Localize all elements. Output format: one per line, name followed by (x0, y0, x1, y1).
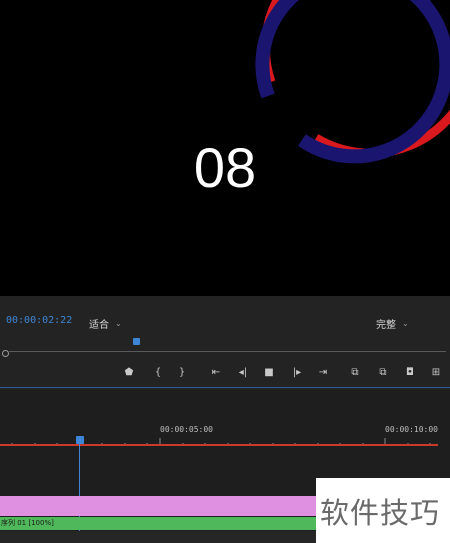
program-controls-bar: 00:00:02:22 适合 ⌄ 完整 ⌄ ⬟ { } ⇤ ◂| ■ |▸ ⇥ … (0, 296, 450, 390)
chevron-down-icon: ⌄ (402, 318, 409, 328)
countdown-navy-ring (255, 0, 450, 164)
overwrite-icon[interactable]: ⧉ (376, 366, 390, 380)
monitor-time-ruler[interactable] (9, 351, 446, 352)
video-clip[interactable] (0, 496, 316, 516)
zoom-scroll-handle[interactable] (2, 350, 9, 357)
ruler-label-10s: 00:00:10:00 (385, 425, 438, 434)
go-to-out-icon[interactable]: ⇥ (316, 366, 330, 380)
watermark: 软件技巧 (316, 478, 450, 543)
mark-out-icon[interactable]: } (175, 366, 189, 380)
export-frame-icon[interactable]: ◘ (403, 366, 417, 380)
mark-in-icon[interactable]: { (151, 366, 165, 380)
render-status-bar (0, 444, 438, 446)
stop-icon[interactable]: ■ (262, 366, 276, 380)
watermark-text: 软件技巧 (320, 496, 441, 530)
step-forward-icon[interactable]: |▸ (290, 366, 304, 380)
button-editor-icon[interactable]: ⊞ (429, 366, 443, 380)
program-monitor-preview: 08 (0, 0, 450, 296)
countdown-number: 08 (194, 136, 256, 199)
playback-resolution-value: 完整 (376, 319, 396, 331)
timeline-playhead[interactable] (76, 436, 84, 444)
ruler-label-5s: 00:00:05:00 (160, 425, 213, 434)
zoom-level-value: 适合 (89, 319, 109, 331)
nested-sequence-clip[interactable]: 序列 01 [100%] (0, 517, 316, 530)
clip-label: 序列 01 [100%] (1, 519, 54, 527)
zoom-level-select[interactable]: 适合 ⌄ (89, 316, 122, 331)
transport-controls: ⬟ { } ⇤ ◂| ■ |▸ ⇥ ⧉ ⧉ ◘ ⊞ (0, 366, 450, 382)
go-to-in-icon[interactable]: ⇤ (209, 366, 223, 380)
playhead-timecode[interactable]: 00:00:02:22 (6, 315, 72, 326)
chevron-down-icon: ⌄ (115, 318, 122, 328)
playback-resolution-select[interactable]: 完整 ⌄ (376, 316, 409, 331)
insert-icon[interactable]: ⧉ (348, 366, 362, 380)
countdown-graphic: 08 (194, 0, 450, 199)
panel-divider (0, 387, 450, 388)
step-back-icon[interactable]: ◂| (236, 366, 250, 380)
monitor-playhead[interactable] (133, 338, 140, 345)
add-marker-icon[interactable]: ⬟ (122, 366, 136, 380)
empty-track (0, 531, 316, 543)
